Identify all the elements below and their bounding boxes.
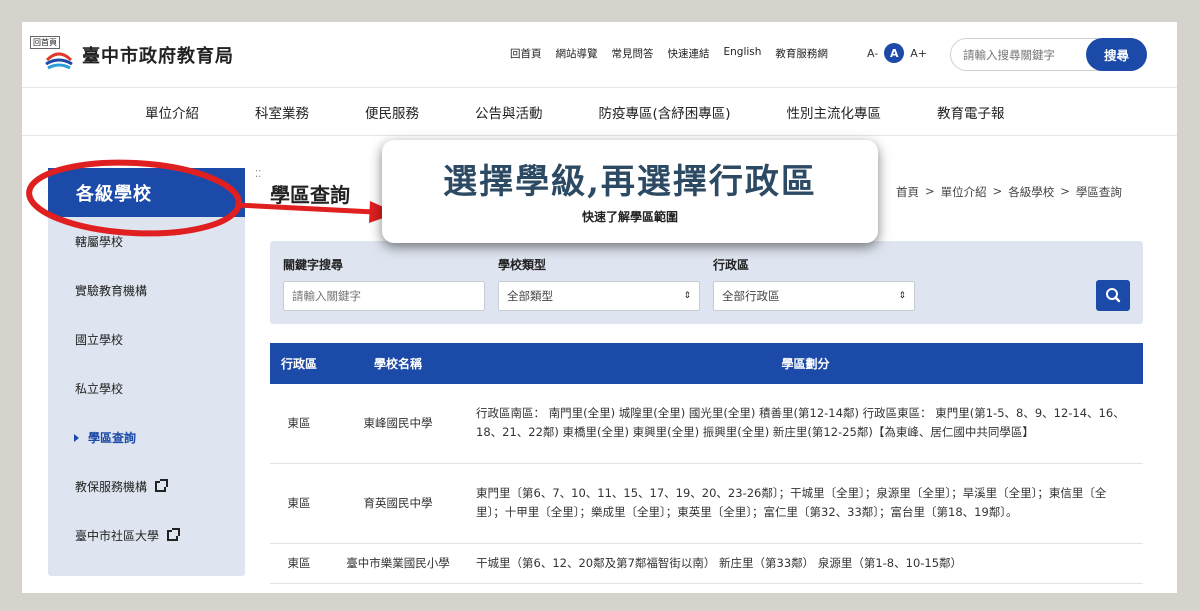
site-search: 搜尋 [950, 38, 1147, 71]
toplink-quick-links[interactable]: 快速連結 [668, 46, 710, 61]
sidebar-item-experimental[interactable]: 實驗教育機構 [48, 266, 245, 315]
sidebar-item-private[interactable]: 私立學校 [48, 364, 245, 413]
nav-item-services[interactable]: 便民服務 [365, 102, 419, 122]
page-title: 學區查詢 [270, 183, 350, 207]
sidebar-item-label: 私立學校 [75, 382, 124, 396]
nav-item-departments[interactable]: 科室業務 [255, 102, 309, 122]
nav-item-gender[interactable]: 性別主流化專區 [787, 102, 882, 122]
breadcrumb-separator: > [1060, 184, 1070, 198]
sidebar-item-label: 臺中市社區大學 [75, 529, 160, 543]
sidebar-item-district-query[interactable]: 學區查詢 [48, 413, 245, 462]
external-link-icon [155, 479, 169, 492]
tutorial-callout: 選擇學級,再選擇行政區 快速了解學區範圍 [382, 140, 878, 243]
toplink-faq[interactable]: 常見問答 [612, 46, 654, 61]
site-header: 回首頁 臺中市政府教育局 回首頁 網站導覽 常見問答 快速連結 English … [22, 22, 1177, 88]
school-type-value: 全部類型 [507, 289, 553, 303]
sidebar-item-label: 轄屬學校 [75, 235, 124, 249]
keyword-input[interactable] [283, 281, 485, 311]
school-type-select[interactable]: 全部類型 ⇕ [498, 281, 700, 311]
callout-subtext: 快速了解學區範圍 [581, 210, 678, 224]
site-logo[interactable]: 回首頁 [30, 36, 74, 72]
district-field: 行政區 全部行政區 ⇕ [713, 256, 915, 311]
site-title[interactable]: 臺中市政府教育局 [82, 42, 234, 68]
toplink-english[interactable]: English [724, 46, 762, 61]
nav-item-epidemic[interactable]: 防疫專區(含紓困專區) [599, 102, 731, 122]
cell-district: 東區 [270, 543, 328, 584]
toplink-sitemap[interactable]: 網站導覽 [556, 46, 598, 61]
school-type-field: 學校類型 全部類型 ⇕ [498, 256, 700, 311]
breadcrumb: 首頁 > 單位介紹 > 各級學校 > 學區查詢 [896, 184, 1122, 200]
column-header-zones: 學區劃分 [781, 357, 830, 371]
cell-zones: 行政區南區： 南門里(全里) 城隍里(全里) 國光里(全里) 積善里(第12-1… [468, 384, 1143, 464]
cell-district: 東區 [270, 384, 328, 464]
sidebar-item-national[interactable]: 國立學校 [48, 315, 245, 364]
column-header-school: 學校名稱 [373, 357, 422, 371]
district-label: 行政區 [713, 258, 750, 272]
sidebar-item-label: 實驗教育機構 [75, 284, 148, 298]
breadcrumb-separator: > [925, 184, 935, 198]
sidebar-item-affiliated-schools[interactable]: 轄屬學校 [48, 217, 245, 266]
district-table: 行政區 學校名稱 學區劃分 東區 東峰國民中學 行政區南區： 南門里(全里) 城… [270, 343, 1143, 584]
table-header-row: 行政區 學校名稱 學區劃分 [270, 343, 1143, 384]
current-marker-icon [74, 433, 79, 442]
table-row: 東區 臺中市樂業國民小學 干城里（第6、12、20鄰及第7鄰福智街以南） 新庄里… [270, 543, 1143, 584]
cell-zones: 干城里（第6、12、20鄰及第7鄰福智街以南） 新庄里（第33鄰） 泉源里（第1… [468, 543, 1143, 584]
search-input[interactable] [963, 46, 1083, 64]
keyword-field: 關鍵字搜尋 [283, 256, 485, 311]
breadcrumb-schools[interactable]: 各級學校 [1008, 184, 1054, 200]
cell-district: 東區 [270, 463, 328, 544]
nav-item-announcements[interactable]: 公告與活動 [475, 102, 543, 122]
breadcrumb-separator: > [992, 184, 1003, 198]
school-type-label: 學校類型 [498, 258, 547, 272]
browser-viewport: 回首頁 臺中市政府教育局 回首頁 網站導覽 常見問答 快速連結 English … [22, 22, 1177, 593]
drag-dots-icon: ⁚⁚ [255, 169, 262, 180]
filter-panel: 關鍵字搜尋 學校類型 全部類型 ⇕ 行政區 全部行政區 ⇕ [270, 241, 1143, 324]
sidebar-item-community-college[interactable]: 臺中市社區大學 [48, 511, 245, 560]
search-button[interactable]: 搜尋 [1086, 38, 1147, 71]
font-larger-button[interactable]: A+ [910, 47, 927, 60]
breadcrumb-current: 學區查詢 [1075, 185, 1122, 199]
sidebar-item-label: 學區查詢 [88, 431, 137, 445]
font-normal-button[interactable]: A [884, 43, 905, 63]
external-link-icon [167, 528, 181, 541]
cell-zones: 東門里〔第6、7、10、11、15、17、19、20、23-26鄰〕；干城里〔全… [468, 463, 1143, 544]
cell-school: 臺中市樂業國民小學 [328, 543, 468, 584]
select-arrows-icon: ⇕ [898, 291, 906, 301]
toplink-edu-service[interactable]: 教育服務網 [775, 46, 828, 61]
sidebar-item-label: 教保服務機構 [75, 480, 148, 494]
logo-mark-icon [45, 52, 73, 70]
column-header-district: 行政區 [280, 357, 317, 371]
toplink-home[interactable]: 回首頁 [510, 46, 542, 61]
table-row: 東區 育英國民中學 東門里〔第6、7、10、11、15、17、19、20、23-… [270, 463, 1143, 544]
select-arrows-icon: ⇕ [683, 291, 691, 301]
filter-search-button[interactable] [1096, 280, 1130, 311]
nav-item-enewsletter[interactable]: 教育電子報 [937, 102, 1005, 122]
district-select[interactable]: 全部行政區 ⇕ [713, 281, 915, 311]
sidebar-item-label: 國立學校 [75, 333, 124, 347]
sidebar-title[interactable]: 各級學校 [48, 168, 245, 217]
sidebar-item-preschool[interactable]: 教保服務機構 [48, 462, 245, 511]
font-smaller-button[interactable]: A- [867, 47, 878, 60]
breadcrumb-home[interactable]: 首頁 [896, 184, 919, 200]
nav-item-units[interactable]: 單位介紹 [145, 102, 199, 122]
district-value: 全部行政區 [722, 289, 780, 303]
callout-headline: 選擇學級,再選擇行政區 [443, 162, 817, 202]
sidebar: 各級學校 轄屬學校 實驗教育機構 國立學校 私立學校 學區查詢 教保服務機構 臺… [48, 168, 245, 576]
font-size-controls: A- A A+ [867, 43, 927, 63]
keyword-label: 關鍵字搜尋 [283, 258, 344, 272]
main-nav: 單位介紹 科室業務 便民服務 公告與活動 防疫專區(含紓困專區) 性別主流化專區… [22, 88, 1177, 136]
cell-school: 育英國民中學 [328, 463, 468, 544]
breadcrumb-units[interactable]: 單位介紹 [941, 184, 987, 200]
cell-school: 東峰國民中學 [328, 384, 468, 464]
top-links: 回首頁 網站導覽 常見問答 快速連結 English 教育服務網 [510, 46, 828, 61]
table-row: 東區 東峰國民中學 行政區南區： 南門里(全里) 城隍里(全里) 國光里(全里)… [270, 384, 1143, 464]
search-icon [1106, 288, 1121, 303]
